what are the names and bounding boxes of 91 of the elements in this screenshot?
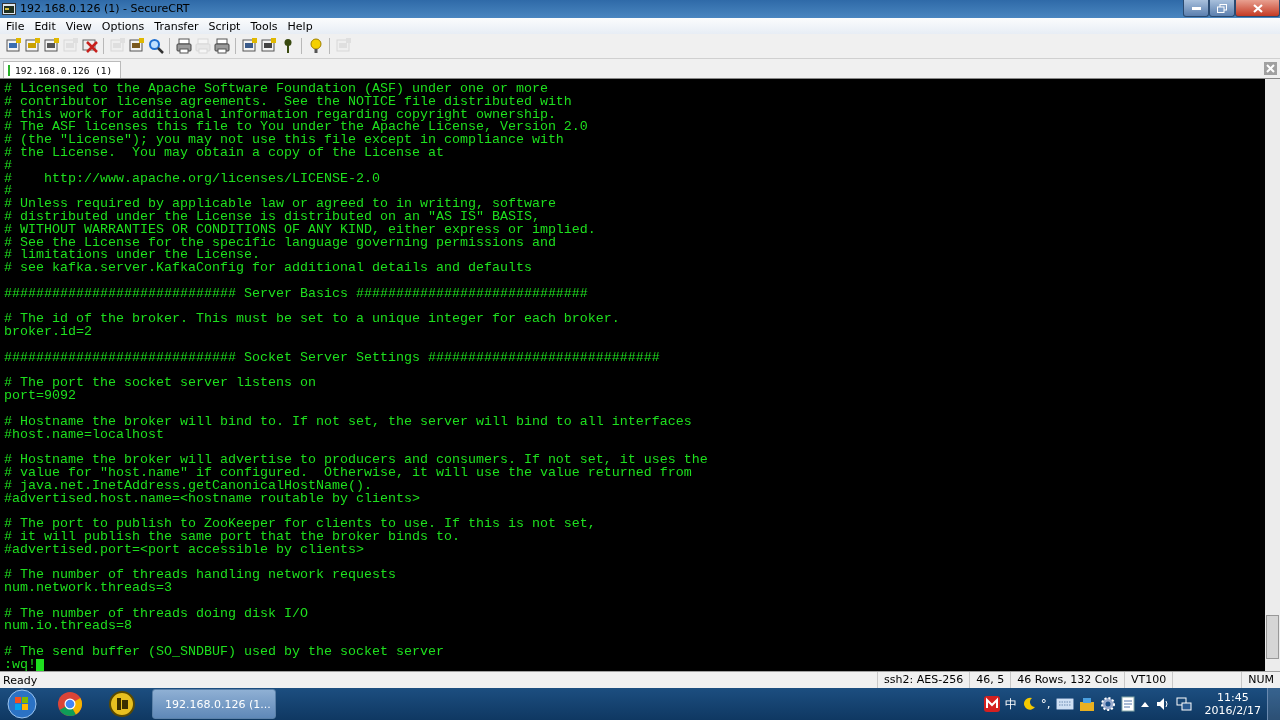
menu-item[interactable]: Help: [282, 19, 318, 33]
ime-indicator[interactable]: 中: [1004, 695, 1017, 713]
punctuation-indicator[interactable]: °,: [1040, 697, 1051, 711]
minimize-button[interactable]: [1183, 0, 1209, 17]
terminal-line: # See the License for the specific language governing permissions and: [4, 236, 556, 250]
terminal-line: # see kafka.server.KafkaConfig for additional details and defaults: [4, 262, 532, 275]
terminal-line: # The port the socket server listens on: [4, 377, 316, 391]
terminal-line: # The id of the broker. This must be set to a unique integer for each broker.: [4, 313, 620, 327]
menu-item[interactable]: Tools: [245, 19, 283, 33]
terminal-line: #host.name=localhost: [4, 428, 164, 442]
terminal-line: # java.net.InetAddress.getCanonicalHostName().: [4, 479, 372, 493]
toolbar-icon: [260, 38, 277, 54]
terminal-line: # (the "License"); you may not use this file except in compliance with: [4, 134, 564, 147]
clock-time: 11:45: [1216, 691, 1249, 704]
toolbar-icon: [241, 38, 258, 54]
terminal-line: # Licensed to the Apache Software Foundation (ASF) under one or more: [4, 83, 548, 96]
toolbar-icon: [128, 38, 145, 54]
toolbar-icon: [5, 38, 22, 54]
clock-date: 2016/2/17: [1204, 704, 1261, 717]
menu-item[interactable]: Script: [203, 19, 246, 33]
menu-item[interactable]: Transfer: [149, 19, 204, 33]
terminal-line: # distributed under the License is distributed on an "AS IS" BASIS,: [4, 210, 540, 224]
speaker-icon[interactable]: [1154, 696, 1171, 712]
round-app-icon: [109, 691, 135, 717]
toolbar-icon: [194, 38, 211, 54]
cursor: [36, 659, 44, 671]
toolbox-icon: [1078, 696, 1095, 712]
terminal-line: # the License. You may obtain a copy of the License at: [4, 147, 444, 160]
terminal-line: # The port to publish to ZooKeeper for clients to use. If this is not set,: [4, 518, 596, 531]
terminal-line: # WITHOUT WARRANTIES OR CONDITIONS OF ANY KIND, either express or implied.: [4, 223, 596, 237]
menu-item[interactable]: View: [60, 19, 97, 33]
terminal-line: # it will publish the same port that the broker binds to.: [4, 530, 460, 544]
terminal-line: # The send buffer (SO_SNDBUF) used by the socket server: [4, 646, 444, 659]
maximize-button[interactable]: [1209, 0, 1235, 17]
toolbar-button[interactable]: [174, 36, 193, 56]
terminal-line: # contributor license agreements. See the NOTICE file distributed with: [4, 95, 572, 109]
terminal-line: ############################# Server Basics #############################: [4, 287, 588, 301]
terminal-line: # Unless required by applicable law or agreed to in writing, software: [4, 198, 556, 211]
terminal-line: broker.id=2: [4, 326, 92, 339]
toolbar-icon: [24, 38, 41, 54]
gear-icon: [1099, 696, 1116, 712]
help-icon: [307, 38, 324, 54]
menu-item[interactable]: Edit: [29, 19, 61, 33]
show-hidden-icons-icon[interactable]: [1139, 700, 1150, 708]
terminal-line: # The number of threads doing disk I/O: [4, 607, 308, 621]
toolbar-icon: [43, 38, 60, 54]
terminal-line: # The ASF licenses this file to You under the Apache License, Version 2.0: [4, 121, 588, 135]
terminal-line: #advertised.host.name=<hostname routable by clients>: [4, 492, 420, 506]
terminal-line: # value for "host.name" if configured. Otherwise, it will use the value returned from: [4, 466, 692, 480]
close-icon: [1252, 3, 1263, 13]
window-title: 192.168.0.126 (1) - SecureCRT: [20, 1, 190, 17]
moon-icon: [1021, 697, 1036, 711]
terminal-line: # The number of threads handling network requests: [4, 569, 396, 583]
letter-m-icon: [983, 696, 1000, 712]
scrollbar[interactable]: [1265, 79, 1280, 671]
terminal-line: port=9092: [4, 390, 76, 403]
terminal-app-icon: [2, 3, 16, 15]
command-line: :wq!: [4, 658, 36, 671]
disconnect-icon: [81, 38, 98, 54]
menu-item[interactable]: Options: [96, 19, 150, 33]
toolbar-icon: [213, 38, 230, 54]
status-message: Ready: [2, 673, 39, 687]
terminal-line: num.network.threads=3: [4, 582, 172, 595]
document-icon: [1120, 696, 1135, 712]
terminal-line: #: [4, 159, 12, 173]
terminal-line: #advertised.port=<port accessible by clients>: [4, 543, 364, 557]
start-orb-icon: [7, 689, 37, 719]
terminal-line: # Hostname the broker will advertise to producers and consumers. If not set, it uses the: [4, 454, 708, 467]
terminal-line: # this work for additional information regarding copyright ownership.: [4, 108, 556, 122]
terminal-line: # Hostname the broker will bind to. If not set, the server will bind to all interfaces: [4, 415, 692, 429]
terminal-line: # http://www.apache.org/licenses/LICENSE-2.0: [4, 172, 380, 186]
toolbar-button[interactable]: [212, 36, 231, 56]
terminal-line: num.io.threads=8: [4, 620, 132, 634]
terminal-line: # limitations under the License.: [4, 249, 260, 263]
scroll-thumb[interactable]: [1266, 615, 1279, 659]
toolbar-button[interactable]: [146, 36, 165, 56]
clock[interactable]: 11:45 2016/2/17: [1204, 691, 1261, 717]
close-icon: [1266, 64, 1275, 73]
network-icon[interactable]: [1175, 696, 1192, 712]
close-tab-button[interactable]: [1264, 62, 1277, 75]
toolbar-icon: [175, 38, 192, 54]
keyboard-icon: [1055, 698, 1074, 710]
close-button[interactable]: [1235, 0, 1280, 17]
search-icon: [147, 38, 164, 54]
terminal-line: #: [4, 185, 12, 199]
terminal-line: ############################# Socket Server Settings #############################: [4, 351, 660, 365]
menu-item[interactable]: File: [1, 19, 30, 33]
minimize-icon: [1191, 6, 1201, 10]
session-tab[interactable]: 192.168.0.126 (1): [3, 61, 122, 78]
round-browser-icon: [57, 691, 83, 717]
restore-icon: [1217, 3, 1227, 13]
